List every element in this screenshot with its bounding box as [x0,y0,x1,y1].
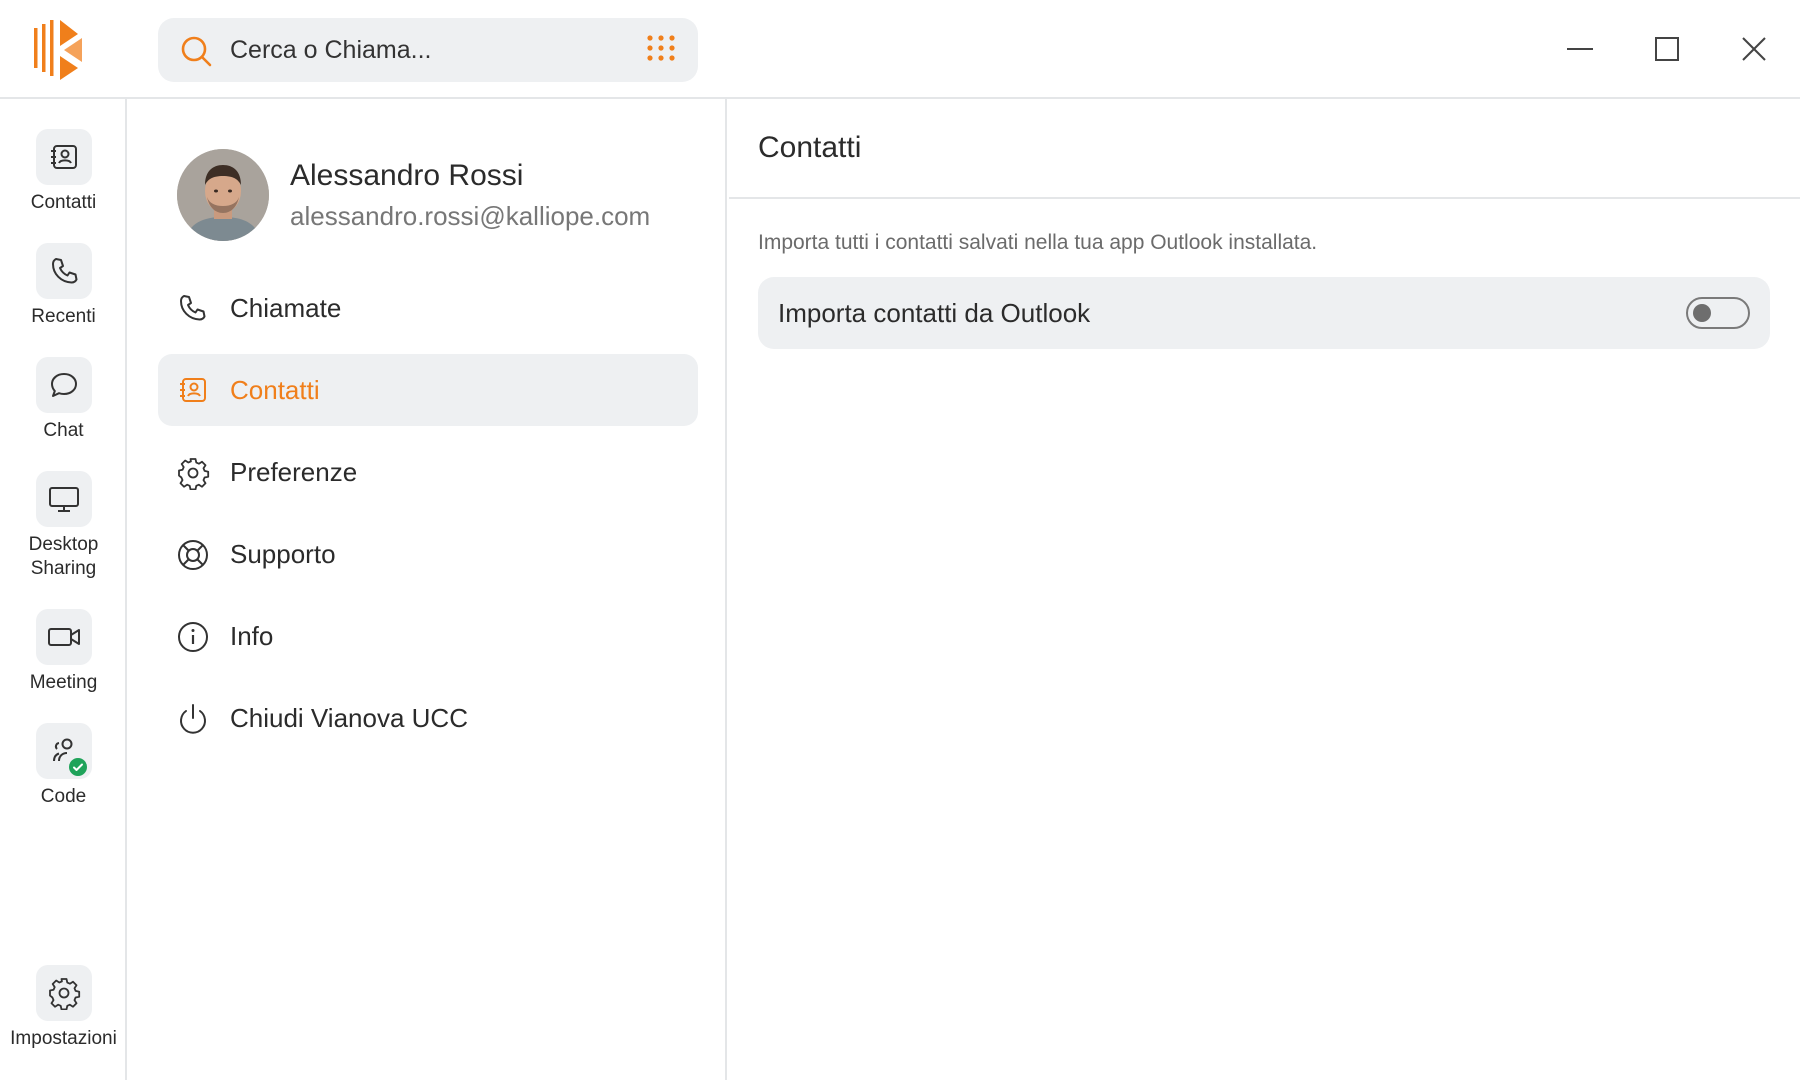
avatar-photo [177,149,269,241]
user-profile: Alessandro Rossi alessandro.rossi@kallio… [177,149,697,241]
rail-item-desktop-sharing[interactable]: Desktop Sharing [0,471,127,581]
phone-icon [51,258,77,284]
lifebuoy-icon [178,540,208,570]
content-panel: Contatti Importa tutti i contatti salvat… [729,99,1800,1080]
toggle-knob [1693,304,1711,322]
menu-item-label: Info [230,621,274,651]
menu-item-supporto[interactable]: Supporto [158,518,698,590]
avatar [177,149,269,241]
rail-icon-box [35,129,92,185]
menu-item-label: Preferenze [230,457,358,487]
monitor-icon [48,487,79,512]
rail-item-code[interactable]: Code [0,723,127,809]
search-icon [181,36,212,67]
minimize-icon[interactable] [1557,26,1603,72]
panel-header: Contatti [729,99,1800,199]
app-window: Cerca o Chiama... Contatti Recenti Chat … [0,0,1800,1080]
menu-item-label: Supporto [230,539,336,569]
profile-name: Alessandro Rossi [290,159,524,192]
rail-label: Desktop Sharing [28,534,99,579]
power-icon [180,704,206,734]
search-input[interactable]: Cerca o Chiama... [230,18,431,82]
menu-item-chiudi[interactable]: Chiudi Vianova UCC [158,682,698,754]
rail-label: Chat [43,420,84,441]
menu-item-info[interactable]: Info [158,600,698,672]
rail-label: Meeting [29,672,98,693]
search-bar[interactable]: Cerca o Chiama... [158,18,698,82]
menu-item-chiamate[interactable]: Chiamate [158,272,698,344]
rail-item-chat[interactable]: Chat [0,357,127,443]
kalliope-logo-icon [34,20,82,80]
profile-email: alessandro.rossi@kalliope.com [290,201,651,231]
rail-icon-box [35,609,92,665]
import-outlook-toggle[interactable] [1686,297,1750,329]
contact-book-icon [50,145,77,169]
import-outlook-label: Importa contatti da Outlook [778,298,1091,328]
settings-menu: Alessandro Rossi alessandro.rossi@kallio… [127,99,727,1080]
phone-icon [180,295,206,321]
chat-bubble-icon [50,373,77,397]
rail-icon-box [35,471,92,527]
menu-item-label: Chiudi Vianova UCC [230,703,468,733]
rail-item-impostazioni[interactable]: Impostazioni [0,965,127,1051]
rail-icon-box [35,723,92,779]
gear-icon [178,458,210,490]
rail-label: Recenti [31,306,96,327]
title-bar: Cerca o Chiama... [0,0,1800,99]
rail-icon-box [35,243,92,299]
menu-item-contatti[interactable]: Contatti [158,354,698,426]
page-title: Contatti [758,131,862,164]
rail-label: Contatti [30,192,97,213]
status-available-badge [66,756,89,778]
check-icon [72,763,83,771]
close-icon[interactable] [1731,26,1777,72]
gear-icon [48,978,80,1010]
maximize-icon[interactable] [1644,26,1690,72]
rail-icon-box [35,357,92,413]
panel-description: Importa tutti i contatti salvati nella t… [758,231,1318,254]
dialpad-icon[interactable] [646,34,676,64]
rail-item-recenti[interactable]: Recenti [0,243,127,329]
rail-label: Code [40,786,87,807]
nav-rail: Contatti Recenti Chat Desktop Sharing Me… [0,99,127,1080]
menu-item-preferenze[interactable]: Preferenze [158,436,698,508]
import-outlook-row: Importa contatti da Outlook [758,277,1770,349]
menu-item-label: Contatti [230,375,320,405]
contact-book-icon [180,378,206,402]
menu-item-label: Chiamate [230,293,342,323]
info-icon [178,622,208,652]
rail-item-contatti[interactable]: Contatti [0,129,127,215]
rail-icon-box [35,965,92,1021]
rail-item-meeting[interactable]: Meeting [0,609,127,695]
video-camera-icon [47,628,80,646]
rail-label: Impostazioni [10,1028,117,1049]
